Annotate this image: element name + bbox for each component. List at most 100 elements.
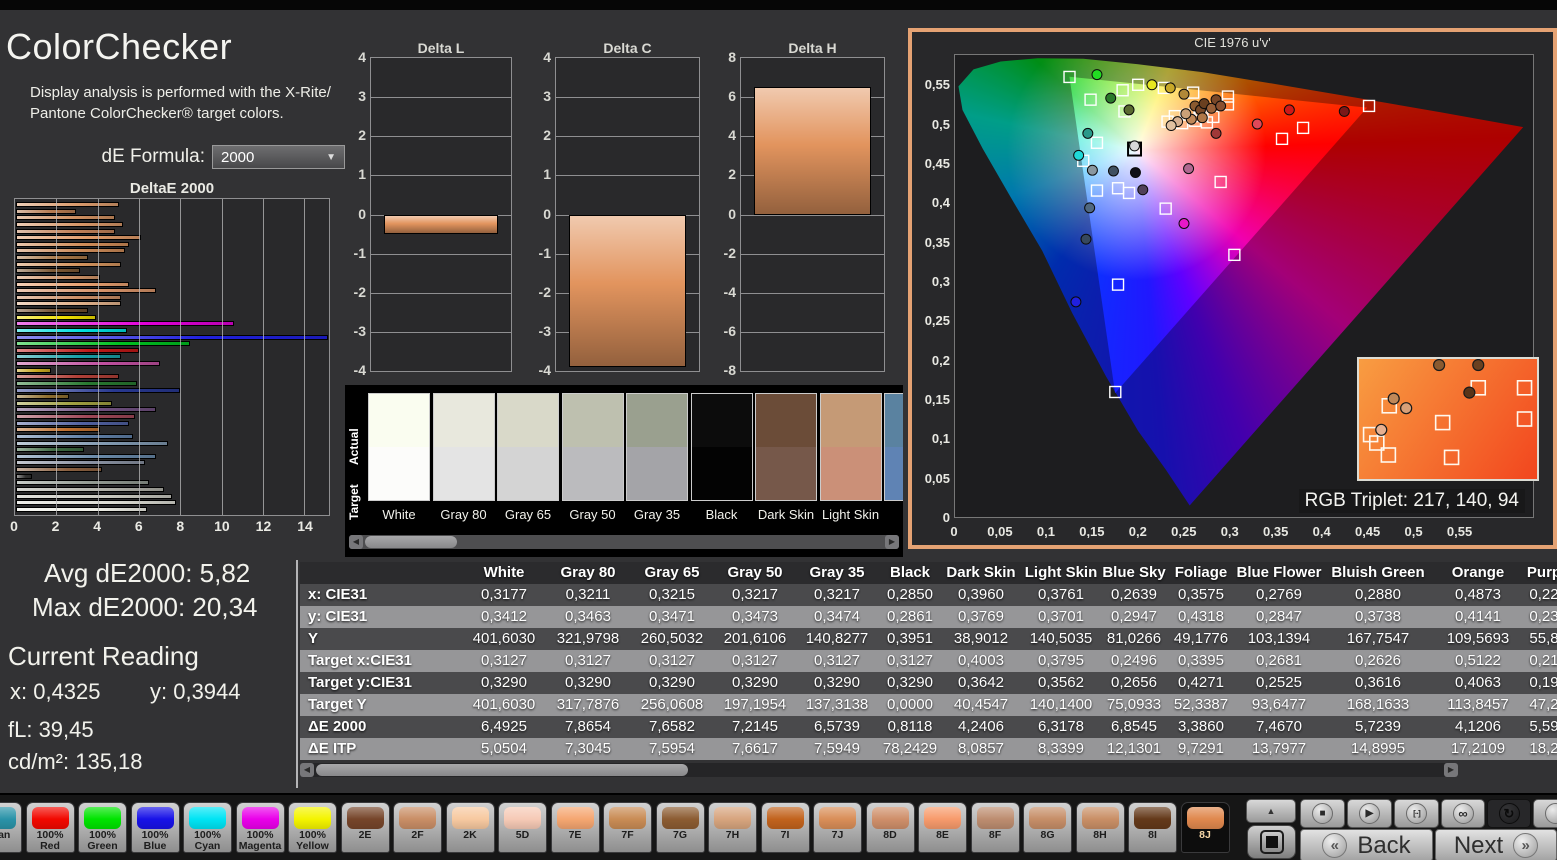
table-cell: 0,3127 [732,652,778,669]
axis-tick-label: 6 [728,88,736,105]
patch-tile-8g[interactable]: 8G [1023,802,1072,853]
table-cell: 140,5035 [1029,630,1093,647]
refresh-button[interactable]: ↻ [1487,799,1531,828]
de-bar [16,367,51,373]
patch-tile-100-red[interactable]: 100% Red [25,802,75,853]
patch-tile-8h[interactable]: 8H [1075,802,1125,853]
table-cell: 0,3463 [565,608,611,625]
axis-tick-label: 1 [543,166,551,183]
swatch-target [369,447,429,500]
scroll-left-icon[interactable]: ◀ [300,763,314,777]
patch-tile-8i[interactable]: 8I [1128,802,1177,853]
column-header: Purp [1526,564,1557,581]
de-bar [16,460,146,466]
patch-tile-8d[interactable]: 8D [865,802,915,853]
gridline [741,292,884,294]
continuous-measure-button[interactable]: ∞ [1441,799,1485,828]
patch-tile-100-yellow[interactable]: 100% Yellow [288,802,337,853]
axis-tick-label: 0,3 [1220,524,1239,539]
range-measure-button[interactable]: [··] [1394,799,1439,828]
patch-tile-8e[interactable]: 8E [918,802,967,853]
patch-tile-7i[interactable]: 7I [760,802,810,853]
axis-tick-label: -4 [353,362,366,378]
table-cell: 0,21 [1529,652,1557,669]
scroll-left-icon[interactable]: ◀ [349,535,363,549]
measurement-circle-marker [1178,88,1190,100]
current-y-readout: y: 0,3944 [150,679,241,704]
patch-tile-label: 7E [568,829,582,841]
stop-button[interactable]: ■ [1300,799,1345,828]
patch-tile-7g[interactable]: 7G [655,802,705,853]
delta-chart-plot [555,57,700,372]
table-header-row: White Gray 80 Gray 65 Gray 50 Gray 35 Black Da… [300,562,1557,584]
scroll-right-icon[interactable]: ▶ [885,535,899,549]
patch-tile-2k[interactable]: 2K [445,802,495,853]
measurement-circle-marker [1080,233,1092,245]
patch-tile-7e[interactable]: 7E [550,802,600,853]
inset-circle-marker [1400,402,1413,415]
target-square-marker [1109,385,1122,399]
page-title: ColorChecker [6,26,233,67]
gridline [262,199,264,515]
de-bar [16,486,164,492]
row-label: ΔE ITP [308,740,357,757]
patch-tile-label: 8D [883,829,897,841]
chevron-up-icon: ▲ [1266,805,1276,816]
measurement-circle-marker [1073,149,1085,161]
swatch-target [433,447,494,500]
patch-tile-100-blue[interactable]: 100% Blue [130,802,180,853]
table-cell: 256,0608 [640,696,704,713]
gridline [741,331,884,333]
gridline [741,214,884,216]
de-bar [16,341,191,347]
gridline [56,199,58,515]
swatch-scrollbar[interactable]: ◀ ▶ [349,535,899,549]
table-scrollbar[interactable]: ◀ ▶ [300,763,1458,777]
stop-measure-button[interactable] [1247,825,1296,859]
patch-tile-5d[interactable]: 5D [498,802,547,853]
swatch-actual [562,394,623,447]
patch-tile-7j[interactable]: 7J [813,802,862,853]
axis-tick-label: -8 [723,362,736,378]
patch-color-chip [1081,807,1119,829]
patch-tile-7f[interactable]: 7F [603,802,652,853]
target-square-marker [1362,99,1376,113]
patch-tile-7h[interactable]: 7H [708,802,757,853]
table-cell: 0,3127 [481,652,527,669]
color-swatch [819,393,882,501]
scroll-right-icon[interactable]: ▶ [1444,763,1458,777]
patch-tile-100-green[interactable]: 100% Green [78,802,127,853]
de-chart-x-axis: 0 2 4 6 8 10 12 14 [10,518,334,536]
table-cell: 0,2861 [887,608,933,625]
patch-tile-100-magenta[interactable]: 100% Magenta [235,802,285,853]
patch-tile-label: 2E [358,829,372,841]
back-button[interactable]: « Back [1300,829,1433,860]
table-cell: 7,8654 [565,718,611,735]
gridline [97,199,99,515]
table-cell: 0,2947 [1111,608,1157,625]
gridline [556,175,699,177]
patch-tile-8f[interactable]: 8F [970,802,1020,853]
table-cell: 0,3127 [649,652,695,669]
axis-tick-label: 4 [543,49,551,65]
table-cell: 81,0266 [1106,630,1162,647]
table-cell: 0,3217 [732,586,778,603]
swatch-label: Light Skin [821,507,880,522]
patch-tile-2f[interactable]: 2F [393,802,442,853]
chevron-right-icon: » [1513,833,1539,858]
record-button[interactable] [1533,799,1557,828]
patch-tile-2e[interactable]: 2E [340,802,390,853]
table-cell: 38,9012 [953,630,1009,647]
next-button[interactable]: Next » [1435,829,1557,860]
patch-tile-100-cyan[interactable]: 100% Cyan [183,802,232,853]
swatch-scrollbar-thumb[interactable] [365,536,457,548]
patch-tile-8j[interactable]: 8J [1180,802,1230,853]
play-button[interactable]: ▶ [1347,799,1392,828]
table-cell: 167,7547 [1346,630,1410,647]
table-cell: 55,8 [1529,630,1557,647]
table-scrollbar-thumb[interactable] [316,764,688,776]
patch-tile-cyan[interactable]: Cyan [0,802,22,853]
collapse-strip-button[interactable]: ▲ [1246,799,1296,823]
de-formula-dropdown[interactable]: 2000 ▼ [212,145,345,169]
patch-tile-label: 7G [672,829,687,841]
